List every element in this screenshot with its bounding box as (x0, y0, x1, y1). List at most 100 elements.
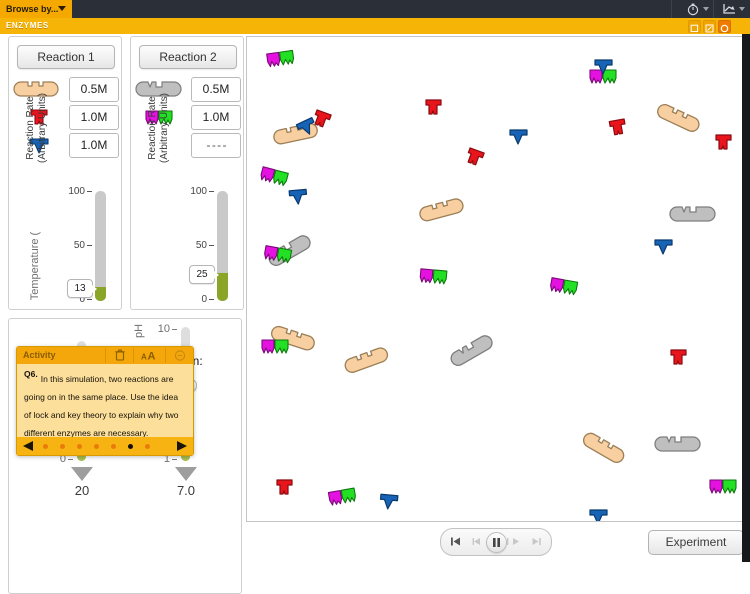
simulation-particle-prod-blue (592, 57, 616, 84)
simulation-particle-sub-mg (545, 274, 583, 306)
simulation-particle-sub-red (605, 115, 633, 146)
simulation-particle-sub-mg (416, 266, 452, 296)
header-divider (105, 348, 106, 363)
activity-page-dot[interactable] (43, 444, 48, 449)
reaction-1-title-button[interactable]: Reaction 1 (17, 45, 115, 69)
triangle-right-icon[interactable] (177, 441, 187, 451)
playback-controls (440, 528, 552, 556)
activity-popup-title: Activity (23, 350, 56, 360)
reaction-1-panel: Reaction 1 0.5M 1.0M 1.0M Reaction Rate … (8, 36, 122, 310)
browse-by-label: Browse by... (6, 4, 59, 14)
activity-page-dot[interactable] (77, 444, 82, 449)
simulation-particle-enz-gray (652, 432, 708, 461)
chevron-down-icon (58, 6, 66, 11)
simulation-particle-prod-blue (376, 491, 402, 520)
simulation-particle-enz-tan (574, 425, 637, 478)
simulation-particles-layer (247, 37, 743, 521)
window-copy-icon[interactable] (688, 20, 701, 33)
line-graph-icon[interactable] (721, 2, 737, 16)
experiment-button[interactable]: Experiment (648, 530, 744, 555)
simulation-particle-enz-tan (648, 97, 711, 147)
simulation-particle-sub-mg (259, 337, 293, 364)
ph-value: 7.0 (176, 483, 196, 498)
activity-popup: Activity A A Q6. In this simulation, two… (16, 346, 194, 456)
gauge-label-line2: (Arbitrary Units) (37, 93, 48, 164)
reaction-1-product-value[interactable]: 1.0M (69, 133, 119, 158)
skip-to-end-button[interactable] (527, 532, 546, 551)
question-number: Q6. (24, 369, 38, 379)
toolbar-divider (713, 0, 714, 18)
simulation-particle-prod-blue (507, 127, 531, 154)
reaction-2-gauge-readout: 25 (189, 265, 219, 284)
trash-icon[interactable] (113, 349, 127, 362)
reaction-1-substrate-value[interactable]: 1.0M (69, 105, 119, 130)
simulation-particle-sub-red (458, 144, 490, 178)
ph-tick-10: 10 (141, 323, 177, 335)
text-size-icon[interactable]: A A (141, 349, 156, 363)
gauge-tick-100: 100 (190, 186, 214, 197)
stopwatch-icon[interactable] (685, 2, 701, 16)
simulation-particle-enz-tan (339, 338, 402, 384)
close-circle-icon[interactable] (173, 349, 187, 362)
gauge-tick-50: 50 (196, 240, 214, 251)
temperature-value: 20 (74, 483, 90, 498)
close-circle-icon[interactable] (718, 20, 731, 33)
reaction-1-enzyme-value[interactable]: 0.5M (69, 77, 119, 102)
activity-pagination (17, 437, 193, 455)
reaction-1-gauge-readout: 13 (67, 279, 97, 298)
pencil-square-icon[interactable] (703, 20, 716, 33)
simulation-canvas[interactable] (246, 36, 744, 522)
reaction-1-rate-gauge-label: Reaction Rate (Arbitrary Units) (25, 73, 48, 183)
triangle-left-icon[interactable] (23, 441, 33, 451)
activity-page-dot[interactable] (111, 444, 116, 449)
graph-menu-caret-icon[interactable] (739, 7, 745, 11)
simulation-particle-enz-tan (414, 190, 476, 233)
simulation-particle-enz-gray (667, 202, 723, 231)
simulation-particle-sub-red (422, 97, 446, 124)
page-title: ENZYMES (6, 21, 49, 30)
question-text: In this simulation, two reactions are go… (24, 374, 179, 438)
reaction-2-rate-gauge-label: Reaction Rate (Arbitrary Units) (147, 73, 170, 183)
simulation-particle-enz-gray (444, 325, 507, 378)
simulation-particle-sub-mg (259, 242, 297, 274)
enzymes-simulation-app: Browse by... ENZYMES Reaction 1 0.5M 1.0… (0, 0, 750, 594)
simulation-particle-sub-red (712, 132, 736, 159)
reaction-2-enzyme-value[interactable]: 0.5M (191, 77, 241, 102)
application-title-bar: ENZYMES (0, 18, 750, 34)
toolbar-divider (671, 0, 672, 18)
reaction-2-title-button[interactable]: Reaction 2 (139, 45, 237, 69)
reaction-2-rate-gauge: Reaction Rate (Arbitrary Units) 100 50 0… (131, 93, 243, 307)
temperature-slider-label: Temperature ( (29, 231, 41, 301)
gauge-label-line2: (Arbitrary Units) (159, 93, 170, 164)
ph-value-pointer[interactable] (175, 467, 197, 481)
activity-page-dot[interactable] (145, 444, 150, 449)
simulation-particle-sub-red (273, 477, 297, 504)
reaction-2-panel: Reaction 2 0.5M 1.0M - - - - Reaction Ra… (130, 36, 244, 310)
browse-by-button[interactable]: Browse by... (0, 0, 72, 18)
activity-page-dot[interactable] (128, 444, 133, 449)
simulation-particle-prod-blue (652, 237, 676, 264)
simulation-particle-sub-red (667, 347, 691, 374)
simulation-particle-prod-blue (286, 186, 312, 215)
reaction-2-substrate-value[interactable]: 1.0M (191, 105, 241, 130)
svg-text:A: A (148, 351, 156, 363)
svg-text:A: A (141, 353, 147, 362)
reaction-2-gauge-track[interactable] (217, 191, 228, 301)
temperature-value-pointer[interactable] (71, 467, 93, 481)
controls-panel: Reaction 1 0.5M 1.0M 1.0M Reaction Rate … (8, 36, 244, 594)
gauge-tick-100: 100 (68, 186, 92, 197)
simulation-particle-sub-mg (263, 47, 300, 78)
simulation-particle-prod-blue (587, 507, 611, 521)
step-forward-button[interactable] (507, 532, 526, 551)
reaction-1-rate-gauge: Reaction Rate (Arbitrary Units) 100 50 0… (9, 93, 121, 307)
gauge-tick-50: 50 (74, 240, 92, 251)
activity-popup-header: Activity A A (17, 347, 193, 365)
skip-to-start-button[interactable] (446, 532, 465, 551)
activity-page-dot[interactable] (60, 444, 65, 449)
gauge-label-line1: Reaction Rate (25, 96, 36, 160)
stopwatch-menu-caret-icon[interactable] (703, 7, 709, 11)
activity-page-dot[interactable] (94, 444, 99, 449)
pause-button[interactable] (486, 532, 507, 553)
step-back-button[interactable] (467, 532, 486, 551)
reaction-2-product-value[interactable]: - - - - (191, 133, 241, 158)
